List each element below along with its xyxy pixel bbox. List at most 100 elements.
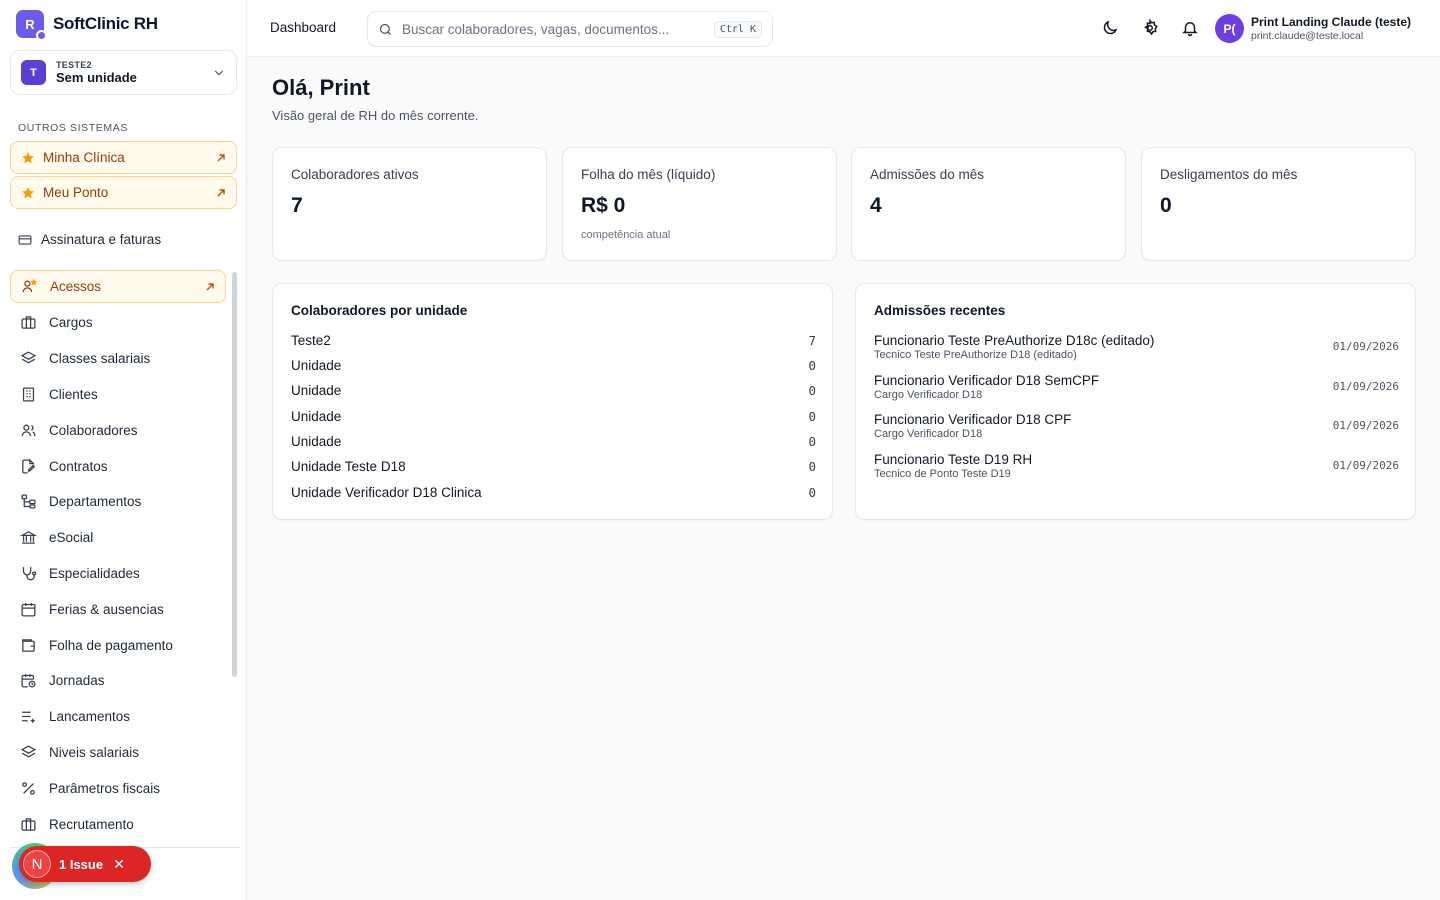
admission-role: Tecnico de Ponto Teste D19: [874, 468, 1011, 480]
sidebar-item-niveis-salariais[interactable]: Niveis salariais: [10, 735, 226, 771]
unit-row-count: 0: [808, 409, 816, 424]
list-item: Unidade Teste D18 0: [291, 459, 816, 474]
list-item[interactable]: Funcionario Teste D19 RH Tecnico de Pont…: [874, 452, 1399, 480]
issue-pill[interactable]: N 1 Issue ✕: [19, 846, 151, 882]
stat-card-desligamentos-mes: Desligamentos do mês 0: [1141, 147, 1416, 261]
list-item: Unidade 0: [291, 434, 816, 449]
layers-icon: [20, 745, 37, 758]
sidebar-item-label: Departamentos: [49, 494, 142, 510]
stethoscope-icon: [22, 567, 37, 581]
topbar: Dashboard Buscar colaboradores, vagas, d…: [247, 0, 1440, 57]
avatar[interactable]: P(: [1215, 14, 1244, 43]
stat-value: R$ 0: [581, 194, 626, 217]
brand-logo: R: [16, 10, 47, 41]
close-icon[interactable]: ✕: [113, 856, 125, 873]
list-item: Unidade 0: [291, 383, 816, 398]
sidebar-item-clientes[interactable]: Clientes: [10, 377, 226, 413]
billing-link[interactable]: Assinatura e faturas: [18, 232, 161, 247]
sidebar-item-label: Lancamentos: [49, 709, 131, 725]
sidebar-item-parametros-fiscais[interactable]: Parâmetros fiscais: [10, 770, 226, 806]
other-system-minha-clinica[interactable]: Minha Clínica: [10, 141, 237, 174]
list-item[interactable]: Funcionario Verificador D18 CPF Cargo Ve…: [874, 412, 1399, 440]
sidebar-item-label: Colaboradores: [49, 422, 138, 438]
sidebar-item-esocial[interactable]: eSocial: [10, 520, 226, 556]
stat-card-admissoes-mes: Admissões do mês 4: [851, 147, 1126, 261]
search-placeholder: Buscar colaboradores, vagas, documentos.…: [402, 21, 670, 37]
chevron-down-icon: [214, 70, 224, 76]
users-star-icon: [22, 278, 38, 293]
unit-row-count: 0: [808, 434, 816, 449]
unit-row-name: Unidade Verificador D18 Clinica: [291, 485, 482, 500]
sidebar-item-label: Recrutamento: [49, 816, 134, 832]
page-subtitle: Visão geral de RH do mês corrente.: [272, 108, 479, 123]
moon-icon[interactable]: [1101, 19, 1119, 37]
sidebar-item-acessos[interactable]: Acessos: [10, 270, 226, 303]
stat-value: 0: [1160, 194, 1172, 217]
admission-date: 01/09/2026: [1332, 340, 1399, 353]
other-systems-label: OUTROS SISTEMAS: [18, 122, 128, 134]
breadcrumb[interactable]: Dashboard: [270, 20, 336, 35]
search-icon: [379, 23, 391, 35]
stat-value: 7: [291, 194, 303, 217]
unit-row-name: Unidade: [291, 358, 342, 373]
sidebar-item-especialidades[interactable]: Especialidades: [10, 556, 226, 592]
billing-label: Assinatura e faturas: [41, 232, 162, 247]
list-item: Unidade 0: [291, 409, 816, 424]
external-link-icon: [217, 153, 225, 161]
unit-name: Sem unidade: [56, 70, 137, 85]
admission-name: Funcionario Teste PreAuthorize D18c (edi…: [874, 333, 1155, 348]
external-link-icon: [217, 188, 225, 196]
star-icon: [22, 151, 34, 163]
list-item[interactable]: Funcionario Verificador D18 SemCPF Cargo…: [874, 373, 1399, 401]
sidebar-item-label: Niveis salariais: [49, 744, 140, 760]
unit-selector[interactable]: T TESTE2 Sem unidade: [10, 50, 237, 95]
list-item: Teste2 7: [291, 333, 816, 348]
sidebar-item-label: Ferias & ausencias: [49, 601, 164, 617]
unit-row-name: Unidade: [291, 434, 342, 449]
panel-title: Colaboradores por unidade: [291, 303, 468, 318]
unit-row-count: 0: [808, 383, 816, 398]
sidebar-item-classes-salariais[interactable]: Classes salariais: [10, 341, 226, 377]
sidebar-scrollbar[interactable]: [232, 272, 237, 677]
sidebar-nav: Acessos Cargos Classes salariais Cliente…: [10, 270, 226, 842]
sidebar-item-label: Jornadas: [49, 673, 105, 689]
sidebar-item-jornadas[interactable]: Jornadas: [10, 663, 226, 699]
brand[interactable]: R SoftClinic RH: [16, 10, 158, 41]
sidebar-item-departamentos[interactable]: Departamentos: [10, 484, 226, 520]
sidebar-item-contratos[interactable]: Contratos: [10, 448, 226, 484]
list-item[interactable]: Funcionario Teste PreAuthorize D18c (edi…: [874, 333, 1399, 361]
brand-logo-letter: R: [25, 16, 35, 32]
logo-badge-dot: [36, 30, 47, 41]
sidebar-item-cargos[interactable]: Cargos: [10, 305, 226, 341]
sidebar-item-label: eSocial: [49, 530, 94, 546]
admissions-panel: Admissões recentes Funcionario Teste Pre…: [855, 283, 1416, 520]
unit-row-count: 0: [808, 485, 816, 500]
credit-card-icon: [18, 234, 32, 245]
sidebar-item-label: Classes salariais: [49, 351, 151, 367]
sidebar-item-ferias-ausencias[interactable]: Ferias & ausencias: [10, 591, 226, 627]
stat-label: Admissões do mês: [870, 167, 985, 182]
layers-icon: [20, 351, 37, 364]
external-link-icon: [206, 282, 214, 290]
bell-icon[interactable]: [1181, 19, 1199, 37]
sidebar-item-recrutamento[interactable]: Recrutamento: [10, 806, 226, 842]
sidebar-item-lancamentos[interactable]: Lancamentos: [10, 699, 226, 735]
panel-title: Admissões recentes: [874, 303, 1006, 318]
other-system-meu-ponto[interactable]: Meu Ponto: [10, 176, 237, 209]
gear-icon[interactable]: [1141, 19, 1159, 37]
user-name: Print Landing Claude (teste): [1251, 15, 1412, 29]
admission-role: Tecnico Teste PreAuthorize D18 (editado): [874, 349, 1077, 361]
brand-name: SoftClinic RH: [53, 14, 158, 33]
other-system-label: Meu Ponto: [43, 185, 109, 200]
star-icon: [22, 186, 34, 198]
sidebar-item-colaboradores[interactable]: Colaboradores: [10, 412, 226, 448]
admission-role: Cargo Verificador D18: [874, 428, 983, 440]
sidebar-item-folha-pagamento[interactable]: Folha de pagamento: [10, 627, 226, 663]
search-input[interactable]: Buscar colaboradores, vagas, documentos.…: [367, 11, 773, 47]
unit-row-name: Unidade Teste D18: [291, 459, 406, 474]
units-panel: Colaboradores por unidade Teste2 7 Unida…: [272, 283, 833, 520]
unit-row-count: 7: [808, 333, 816, 348]
issue-avatar: N: [23, 850, 51, 878]
admission-role: Cargo Verificador D18: [874, 389, 983, 401]
unit-row-name: Teste2: [291, 333, 331, 348]
